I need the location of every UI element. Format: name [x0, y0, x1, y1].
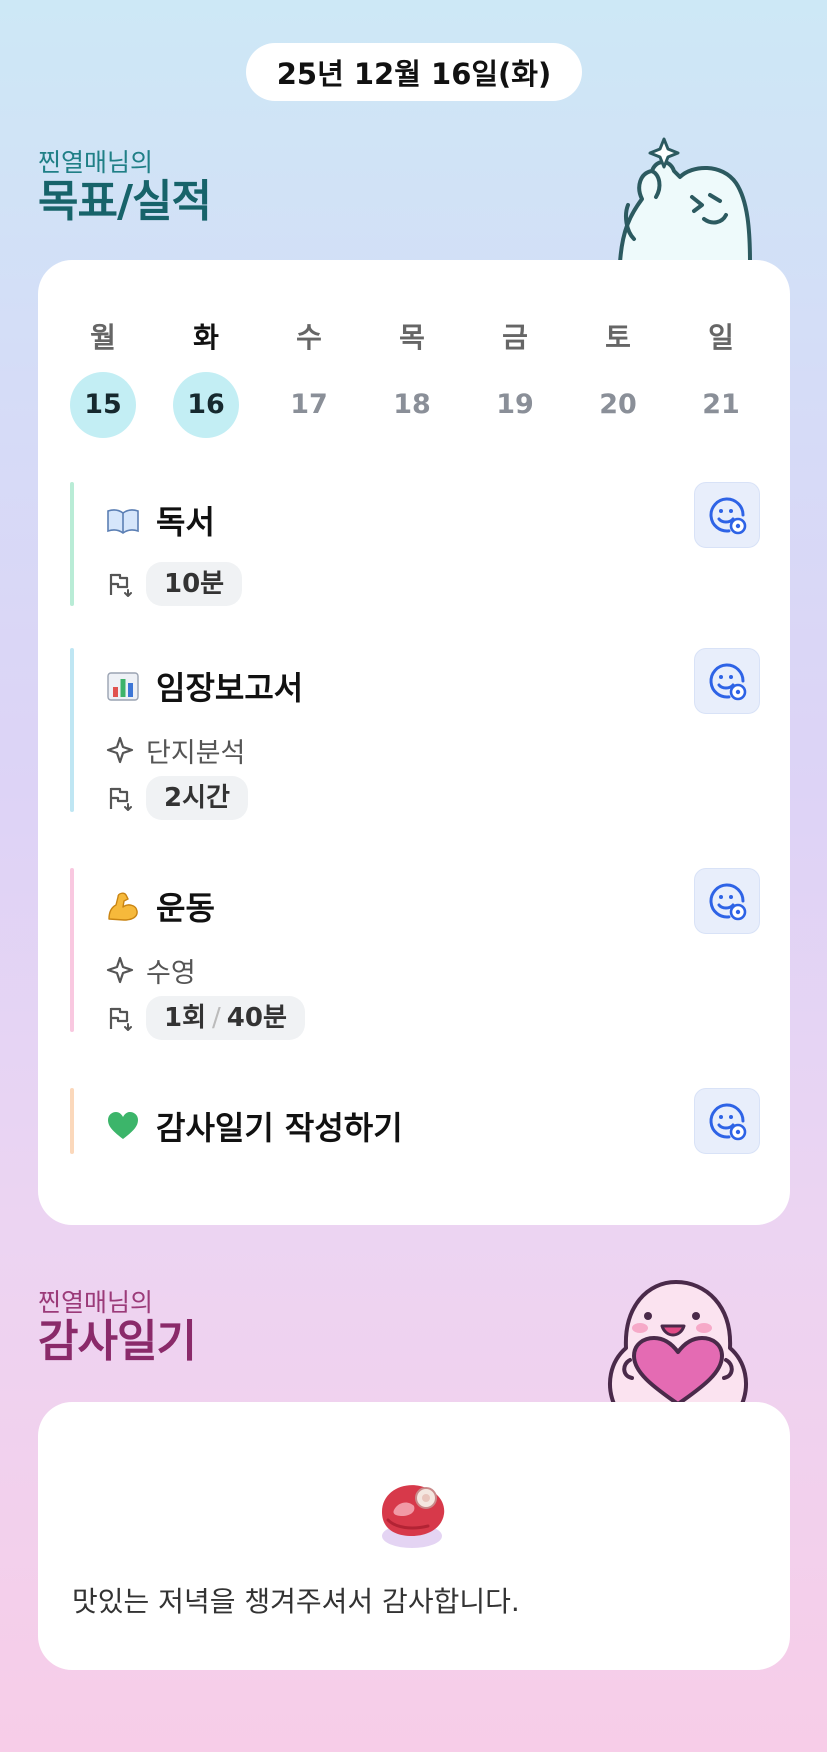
goal-color-bar: [70, 482, 74, 606]
weekday-label: 일: [708, 321, 734, 354]
goal-detail: 수영: [146, 957, 196, 989]
bar-chart-icon: [107, 672, 139, 701]
reaction-button[interactable]: [694, 1088, 760, 1154]
day-thu[interactable]: 목 18: [379, 318, 445, 438]
pink-mascot-heart-icon: [608, 1280, 748, 1404]
goal-title-row: 감사일기 작성하기: [106, 1106, 403, 1147]
date-number: 16: [173, 372, 239, 438]
goal-amount: 10분: [164, 569, 225, 599]
reaction-button[interactable]: [694, 482, 760, 548]
smiley-add-icon: [709, 883, 747, 921]
diary-section-title: 감사일기: [38, 1316, 197, 1367]
goal-amount-extra: 40분: [226, 1003, 287, 1033]
goal-title-row: 임장보고서: [106, 666, 304, 707]
goal-amount-badge: 2시간: [146, 776, 248, 820]
goal-item[interactable]: 독서 10분: [70, 482, 760, 610]
date-label[interactable]: 25년 12월 16일(화): [246, 43, 582, 101]
date-number: 18: [393, 389, 431, 420]
diary-entry-text: 맛있는 저녁을 챙겨주셔서 감사합니다.: [72, 1585, 520, 1618]
day-wed[interactable]: 수 17: [276, 318, 342, 438]
day-sat[interactable]: 토 20: [585, 318, 651, 438]
smiley-add-icon: [709, 1103, 747, 1141]
flag-icon: [109, 573, 132, 597]
smiley-add-icon: [709, 497, 747, 535]
goal-amount-badge: 1회/40분: [146, 996, 305, 1040]
day-tue[interactable]: 화 16: [173, 318, 239, 438]
flexed-biceps-icon: [108, 892, 138, 921]
amount-separator: /: [212, 1003, 221, 1033]
weekday-label: 목: [399, 321, 425, 354]
goal-title-row: 운동: [106, 886, 215, 927]
goal-amount-row: 1회/40분: [106, 996, 305, 1040]
goal-amount-row: 10분: [106, 562, 243, 606]
goal-color-bar: [70, 1088, 74, 1154]
date-number: 20: [599, 389, 637, 420]
day-mon[interactable]: 월 15: [70, 318, 136, 438]
sparkle-icon: [106, 956, 134, 984]
goal-amount-row: 2시간: [106, 776, 248, 820]
weekday-label: 금: [502, 321, 528, 354]
goal-title: 독서: [156, 503, 215, 541]
goals-section-title: 목표/실적: [38, 176, 212, 227]
weekday-label: 수: [296, 321, 322, 354]
goal-title: 운동: [156, 889, 215, 927]
goal-title: 임장보고서: [156, 669, 304, 707]
reaction-button[interactable]: [694, 648, 760, 714]
goal-item[interactable]: 운동 수영 1회/40분: [70, 868, 760, 1040]
weekday-label: 토: [605, 321, 631, 354]
day-fri[interactable]: 금 19: [482, 318, 548, 438]
flag-icon: [109, 787, 132, 811]
book-icon: [107, 509, 139, 534]
day-sun[interactable]: 일 21: [688, 318, 754, 438]
goal-item[interactable]: 임장보고서 단지분석 2시간: [70, 648, 760, 820]
date-number: 21: [702, 389, 740, 420]
diary-section-header: 찐열매님의 감사일기: [38, 1288, 197, 1367]
goal-title: 감사일기 작성하기: [156, 1109, 403, 1147]
goal-item[interactable]: 감사일기 작성하기: [70, 1088, 760, 1158]
date-number: 19: [496, 389, 534, 420]
goal-amount: 2시간: [164, 783, 230, 813]
goal-amount: 1회: [164, 1003, 207, 1033]
goal-title-row: 독서: [106, 500, 215, 541]
goals-card: 월 15 화 16 수 17 목 18 금 19 토 20 일 21 독서 10…: [38, 260, 790, 1225]
smiley-add-icon: [709, 663, 747, 701]
goal-color-bar: [70, 648, 74, 812]
weekday-label: 화: [193, 321, 219, 354]
diary-section-subtitle: 찐열매님의: [38, 1288, 154, 1317]
sparkle-icon: [106, 736, 134, 764]
flag-icon: [109, 1007, 132, 1031]
reaction-button[interactable]: [694, 868, 760, 934]
date-number: 17: [290, 389, 328, 420]
goal-detail: 단지분석: [146, 737, 246, 769]
goals-section-subtitle: 찐열매님의: [38, 148, 154, 177]
meat-icon: [382, 1485, 445, 1548]
goal-detail-row: 수영: [106, 950, 196, 990]
green-heart-icon: [108, 1112, 138, 1139]
ghost-mascot-icon: [618, 137, 752, 263]
date-number: 15: [70, 372, 136, 438]
diary-card[interactable]: 맛있는 저녁을 챙겨주셔서 감사합니다.: [38, 1402, 790, 1670]
goal-amount-badge: 10분: [146, 562, 243, 606]
weekday-label: 월: [90, 321, 116, 354]
goal-detail-row: 단지분석: [106, 730, 245, 770]
goals-section-header: 찐열매님의 목표/실적: [38, 148, 212, 227]
goal-color-bar: [70, 868, 74, 1032]
